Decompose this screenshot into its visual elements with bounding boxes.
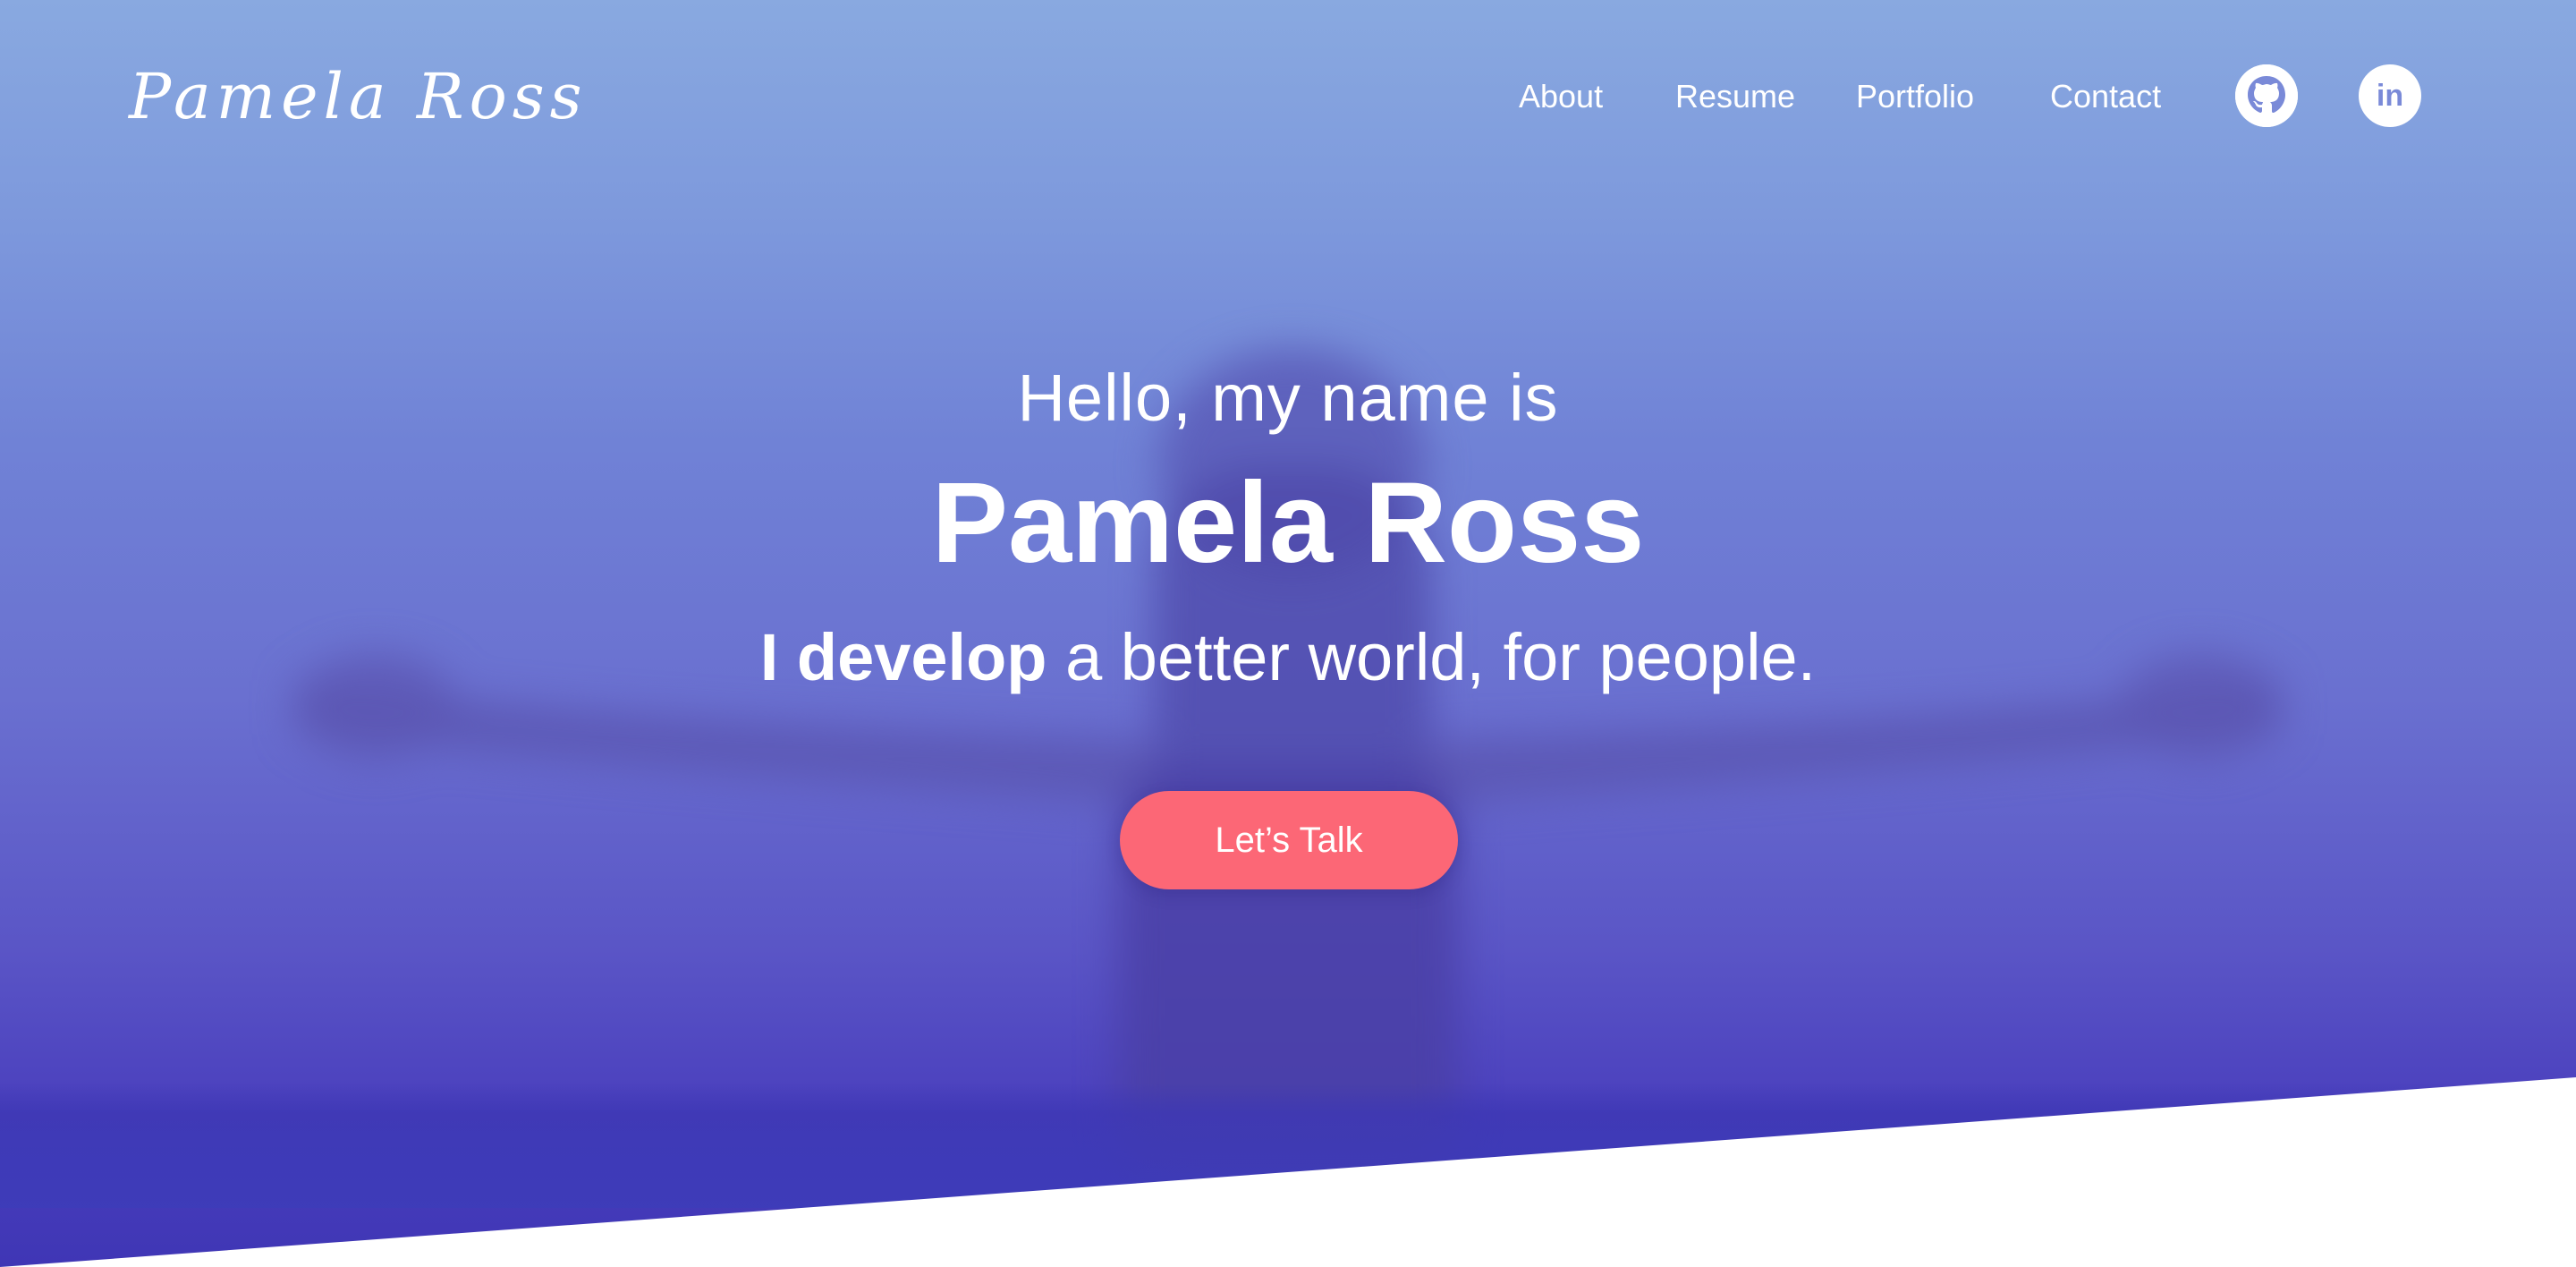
nav-link-resume[interactable]: Resume — [1675, 70, 1795, 123]
github-link[interactable] — [2235, 64, 2298, 127]
linkedin-link[interactable]: in — [2359, 64, 2421, 127]
hero-section: Pamela Ross About Resume Portfolio Conta… — [0, 0, 2576, 1267]
hero-name: Pamela Ross — [931, 459, 1645, 587]
tagline-bold: I develop — [759, 620, 1047, 694]
nav-link-contact[interactable]: Contact — [2050, 70, 2161, 123]
hero-greeting: Hello, my name is — [1017, 361, 1559, 435]
lets-talk-button[interactable]: Let’s Talk — [1120, 791, 1458, 889]
nav-link-about[interactable]: About — [1519, 70, 1603, 123]
nav-link-portfolio[interactable]: Portfolio — [1856, 70, 1974, 123]
linkedin-icon: in — [2376, 79, 2404, 113]
github-icon — [2235, 64, 2298, 127]
hero-tagline: I develop a better world, for people. — [0, 613, 2576, 702]
tagline-rest: a better world, for people. — [1046, 620, 1817, 694]
main-nav: About Resume Portfolio Contact — [0, 70, 2576, 123]
